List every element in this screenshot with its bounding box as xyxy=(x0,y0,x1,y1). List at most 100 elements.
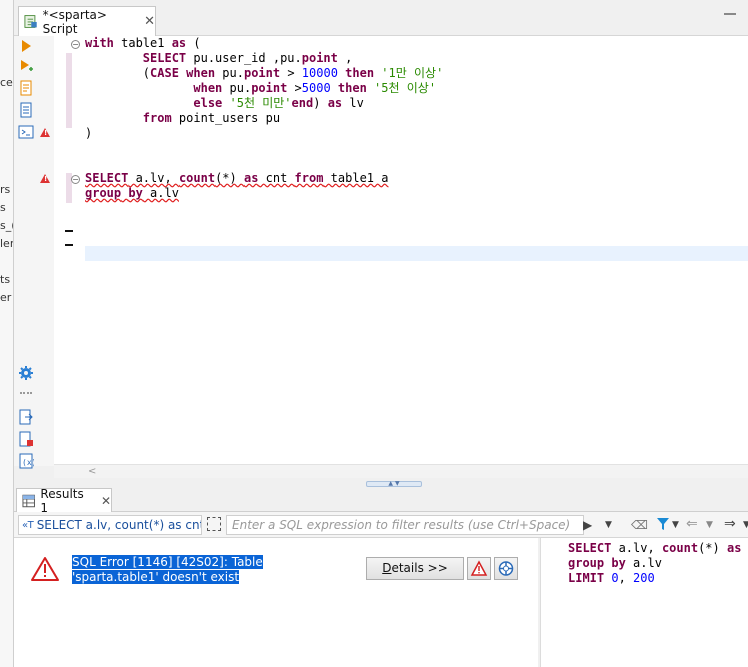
help-button[interactable] xyxy=(494,557,518,580)
code-token: 10000 xyxy=(301,66,338,80)
execute-in-new-tab-icon[interactable] xyxy=(18,58,34,74)
code-token: ) xyxy=(85,126,93,140)
minimize-button[interactable] xyxy=(724,13,736,15)
code-token: ( xyxy=(85,66,151,80)
code-token: > xyxy=(287,81,302,95)
back-arrow-icon[interactable]: ⇐ xyxy=(686,516,698,532)
code-token: 200 xyxy=(633,571,655,585)
code-token: point xyxy=(301,51,338,65)
code-line: SELECT a.lv, count(*) as c xyxy=(568,541,748,556)
code-token: point xyxy=(251,81,288,95)
fold-column: − − xyxy=(54,36,84,464)
code-token: by xyxy=(611,556,626,570)
scroll-left-arrow-icon[interactable]: < xyxy=(88,466,96,477)
code-token: > xyxy=(280,66,302,80)
execute-statement-icon[interactable] xyxy=(18,38,34,54)
code-token: c xyxy=(741,541,748,555)
warning-icon xyxy=(470,560,488,576)
code-token: count xyxy=(178,171,216,185)
fold-toggle-icon[interactable]: − xyxy=(71,175,80,184)
left-navigator-panel: ce rs s s_( ler ts er xyxy=(0,0,14,667)
code-token: '1만 이상' xyxy=(381,66,444,80)
sql-script-icon xyxy=(24,15,37,28)
eraser-icon[interactable]: ⌫ xyxy=(631,518,648,532)
code-line: SELECT a.lv, count(*) as cnt from table1… xyxy=(85,171,388,186)
code-token: LIMIT xyxy=(568,571,605,585)
code-line: from point_users pu xyxy=(85,111,280,126)
back-dropdown-icon[interactable]: ▼ xyxy=(706,520,713,530)
details-button[interactable]: Details >> xyxy=(366,557,464,580)
code-line: ) xyxy=(85,126,92,141)
left-panel-fragment: er xyxy=(0,291,12,304)
code-token: cnt xyxy=(258,171,295,185)
editor-tab-strip: *<sparta> Script ✕ xyxy=(14,0,748,36)
code-token: end xyxy=(291,96,314,110)
forward-dropdown-icon[interactable]: ▼ xyxy=(743,520,748,530)
tab-results-1[interactable]: Results 1 ✕ xyxy=(16,487,112,515)
left-panel-fragment: s_( xyxy=(0,219,14,232)
filter-dropdown-icon[interactable]: ▼ xyxy=(672,520,679,530)
expand-query-icon[interactable] xyxy=(207,517,221,531)
fold-toggle-icon[interactable]: − xyxy=(71,40,80,49)
editor-horizontal-scrollbar[interactable]: < xyxy=(54,464,748,478)
code-token: count xyxy=(661,541,699,555)
code-line: else '5천 미만'end) as lv xyxy=(85,96,364,111)
error-message-text: SQL Error [1146] [42S02]: Table 'sparta.… xyxy=(72,555,263,584)
results-error-panel: SQL Error [1146] [42S02]: Table 'sparta.… xyxy=(14,538,538,667)
syntax-warning-icon[interactable] xyxy=(40,128,50,137)
filter-history-dropdown-icon[interactable]: ▼ xyxy=(605,520,612,530)
error-triangle-icon xyxy=(31,557,59,581)
explain-plan-icon[interactable] xyxy=(18,102,34,118)
panel-splitter[interactable]: ▲ ▼ xyxy=(14,478,748,488)
code-token: group xyxy=(568,556,605,570)
variables-icon[interactable]: (x) xyxy=(18,453,34,469)
load-script-icon[interactable] xyxy=(18,431,34,447)
code-token: pu.user_id ,pu. xyxy=(186,51,302,65)
blank-line-marker xyxy=(65,230,73,232)
code-token: (*) xyxy=(215,171,244,185)
code-token: CASE xyxy=(150,66,179,80)
export-icon[interactable] xyxy=(18,409,34,425)
gear-icon[interactable] xyxy=(18,365,34,381)
code-token: a.lv xyxy=(625,556,662,570)
code-token: '5천 이상' xyxy=(374,81,437,95)
code-line: group by a.lv xyxy=(85,186,179,201)
query-text-chip[interactable]: «T SELECT a.lv, count(*) as cnt fr xyxy=(18,515,202,535)
execute-script-icon[interactable] xyxy=(18,80,34,96)
close-icon[interactable]: ✕ xyxy=(101,494,111,508)
results-grid-icon xyxy=(22,494,35,507)
filter-apply-icon[interactable]: ▶ xyxy=(583,518,592,532)
terminal-output-icon[interactable] xyxy=(18,124,34,140)
code-token: point_users pu xyxy=(171,111,281,125)
sql-query-icon: «T xyxy=(22,519,34,531)
error-log-button[interactable] xyxy=(467,557,491,580)
code-token: as xyxy=(327,96,343,110)
svg-text:(x): (x) xyxy=(22,458,34,467)
results-tab-strip: Results 1 ✕ xyxy=(14,487,748,515)
splitter-handle[interactable]: ▲ ▼ xyxy=(366,481,422,487)
filter-expression-input[interactable]: Enter a SQL expression to filter results… xyxy=(226,515,584,535)
code-token: table1 a xyxy=(323,171,389,185)
code-token: a.lv, xyxy=(611,541,662,555)
code-token: then xyxy=(345,66,375,80)
syntax-warning-icon[interactable] xyxy=(40,174,50,183)
left-panel-fragment: ler xyxy=(0,237,14,250)
filter-icon[interactable] xyxy=(656,517,670,531)
code-token: , xyxy=(618,571,634,585)
close-icon[interactable]: ✕ xyxy=(144,14,155,29)
code-token: a.lv xyxy=(142,186,179,200)
details-label-rest: etails >> xyxy=(391,561,448,575)
toolbar-separator xyxy=(20,392,32,394)
sql-editor[interactable]: − − with table1 as ( SELECT pu.user_id ,… xyxy=(54,36,748,464)
tab-script[interactable]: *<sparta> Script ✕ xyxy=(18,6,156,36)
code-token: SELECT xyxy=(85,171,129,185)
code-token: lv xyxy=(342,96,364,110)
code-token: (*) xyxy=(698,541,727,555)
forward-arrow-icon[interactable]: ⇒ xyxy=(724,516,736,532)
code-token: SELECT xyxy=(142,51,187,65)
error-message[interactable]: SQL Error [1146] [42S02]: Table 'sparta.… xyxy=(72,555,342,585)
code-token: SELECT xyxy=(568,541,612,555)
